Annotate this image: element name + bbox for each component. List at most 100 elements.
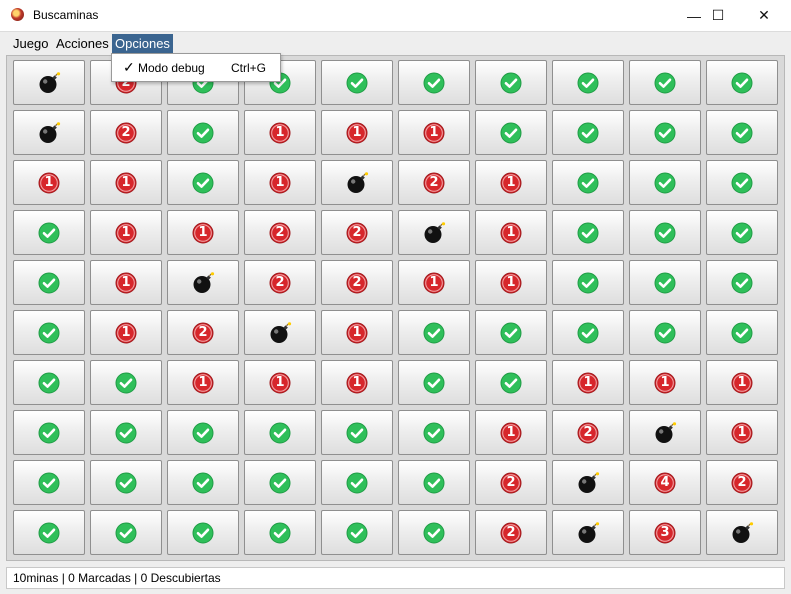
board-cell[interactable] — [706, 110, 778, 155]
board-cell[interactable] — [398, 310, 470, 355]
board-cell[interactable] — [13, 260, 85, 305]
board-cell[interactable]: 1 — [167, 210, 239, 255]
board-cell[interactable] — [167, 460, 239, 505]
board-cell[interactable] — [552, 160, 624, 205]
board-cell[interactable] — [706, 510, 778, 555]
board-cell[interactable]: 1 — [321, 310, 393, 355]
board-cell[interactable]: 1 — [706, 360, 778, 405]
board-cell[interactable]: 1 — [13, 160, 85, 205]
board-cell[interactable]: 2 — [167, 310, 239, 355]
board-cell[interactable]: 1 — [398, 260, 470, 305]
board-cell[interactable] — [398, 460, 470, 505]
board-cell[interactable] — [13, 60, 85, 105]
board-cell[interactable] — [706, 260, 778, 305]
board-cell[interactable]: 4 — [629, 460, 701, 505]
board-cell[interactable] — [629, 210, 701, 255]
menu-opciones[interactable]: Opciones — [112, 34, 173, 53]
board-cell[interactable] — [244, 310, 316, 355]
board-cell[interactable]: 1 — [398, 110, 470, 155]
board-cell[interactable] — [13, 360, 85, 405]
board-cell[interactable]: 3 — [629, 510, 701, 555]
board-cell[interactable] — [398, 410, 470, 455]
board-cell[interactable] — [244, 510, 316, 555]
board-cell[interactable] — [90, 460, 162, 505]
board-cell[interactable]: 1 — [475, 160, 547, 205]
board-cell[interactable]: 2 — [244, 260, 316, 305]
board-cell[interactable] — [629, 60, 701, 105]
board-cell[interactable] — [706, 60, 778, 105]
board-cell[interactable] — [13, 310, 85, 355]
board-cell[interactable]: 1 — [321, 360, 393, 405]
board-cell[interactable] — [475, 60, 547, 105]
menu-item-modo-debug[interactable]: ✓ Modo debug Ctrl+G — [112, 54, 280, 81]
board-cell[interactable]: 2 — [398, 160, 470, 205]
maximize-button[interactable]: ☐ — [695, 0, 741, 31]
menu-acciones[interactable]: Acciones — [53, 34, 112, 53]
board-cell[interactable] — [167, 110, 239, 155]
board-cell[interactable] — [13, 510, 85, 555]
board-cell[interactable] — [706, 210, 778, 255]
board-cell[interactable] — [13, 110, 85, 155]
board-cell[interactable] — [167, 410, 239, 455]
board-cell[interactable]: 1 — [706, 410, 778, 455]
board-cell[interactable]: 1 — [90, 160, 162, 205]
board-cell[interactable]: 1 — [167, 360, 239, 405]
board-cell[interactable]: 1 — [90, 210, 162, 255]
board-cell[interactable]: 1 — [244, 360, 316, 405]
board-cell[interactable] — [629, 160, 701, 205]
board-cell[interactable] — [629, 310, 701, 355]
board-cell[interactable] — [552, 510, 624, 555]
board-cell[interactable]: 1 — [475, 260, 547, 305]
board-cell[interactable]: 2 — [244, 210, 316, 255]
board-cell[interactable] — [244, 460, 316, 505]
board-cell[interactable] — [167, 160, 239, 205]
board-cell[interactable] — [90, 360, 162, 405]
board-cell[interactable] — [706, 160, 778, 205]
board-cell[interactable]: 1 — [90, 260, 162, 305]
board-cell[interactable] — [475, 310, 547, 355]
board-cell[interactable] — [552, 260, 624, 305]
board-cell[interactable] — [552, 110, 624, 155]
board-cell[interactable] — [321, 60, 393, 105]
board-cell[interactable] — [398, 360, 470, 405]
board-cell[interactable] — [90, 410, 162, 455]
board-cell[interactable] — [13, 210, 85, 255]
board-cell[interactable]: 1 — [244, 160, 316, 205]
board-cell[interactable] — [321, 510, 393, 555]
board-cell[interactable] — [475, 110, 547, 155]
board-cell[interactable] — [398, 510, 470, 555]
board-cell[interactable] — [552, 310, 624, 355]
board-cell[interactable]: 1 — [629, 360, 701, 405]
board-cell[interactable] — [13, 460, 85, 505]
board-cell[interactable] — [398, 210, 470, 255]
board-cell[interactable]: 2 — [552, 410, 624, 455]
board-cell[interactable]: 1 — [475, 210, 547, 255]
board-cell[interactable]: 1 — [321, 110, 393, 155]
board-cell[interactable] — [167, 510, 239, 555]
board-cell[interactable] — [706, 310, 778, 355]
board-cell[interactable] — [167, 260, 239, 305]
board-cell[interactable] — [321, 410, 393, 455]
menu-juego[interactable]: Juego — [10, 34, 51, 53]
board-cell[interactable] — [398, 60, 470, 105]
board-cell[interactable] — [629, 110, 701, 155]
board-cell[interactable]: 1 — [244, 110, 316, 155]
board-cell[interactable] — [13, 410, 85, 455]
board-cell[interactable] — [629, 410, 701, 455]
board-cell[interactable] — [475, 360, 547, 405]
board-cell[interactable]: 1 — [90, 310, 162, 355]
board-cell[interactable]: 2 — [321, 260, 393, 305]
board-cell[interactable] — [244, 410, 316, 455]
board-cell[interactable]: 2 — [475, 510, 547, 555]
board-cell[interactable] — [321, 160, 393, 205]
board-cell[interactable]: 2 — [475, 460, 547, 505]
board-cell[interactable] — [321, 460, 393, 505]
board-cell[interactable] — [552, 460, 624, 505]
close-button[interactable]: ✕ — [741, 0, 787, 31]
board-cell[interactable] — [552, 60, 624, 105]
board-cell[interactable] — [629, 260, 701, 305]
board-cell[interactable]: 1 — [475, 410, 547, 455]
board-cell[interactable]: 2 — [706, 460, 778, 505]
board-cell[interactable]: 1 — [552, 360, 624, 405]
board-cell[interactable]: 2 — [321, 210, 393, 255]
